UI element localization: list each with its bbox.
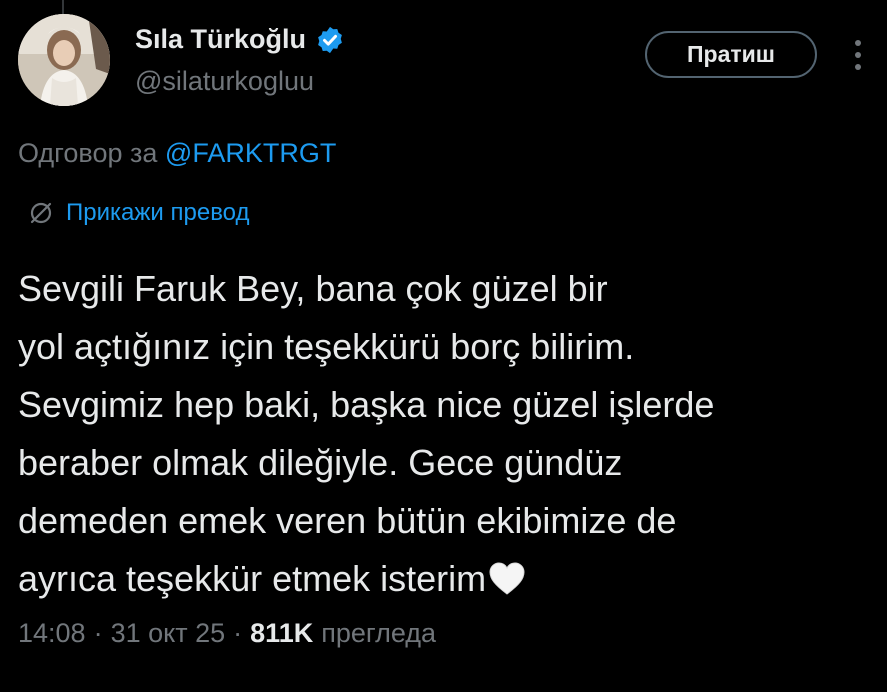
avatar[interactable] xyxy=(18,14,110,106)
verified-badge-icon xyxy=(318,26,342,53)
tweet-line: yol açtığınız için teşekkürü borç biliri… xyxy=(18,326,635,367)
author-name-row: Sıla Türkoğlu xyxy=(135,24,345,55)
reply-context: Одговор за @FARKTRGT xyxy=(18,138,336,169)
reply-prefix: Одговор за xyxy=(18,138,158,168)
tweet-line: Sevgili Faruk Bey, bana çok güzel bir xyxy=(18,268,608,309)
show-translation-label: Прикажи превод xyxy=(66,199,250,226)
meta-separator: · xyxy=(93,618,103,648)
tweet-date[interactable]: 31 окт 25 xyxy=(111,618,226,649)
author-handle[interactable]: @silaturkogluu xyxy=(135,66,314,97)
views-label: прегледа xyxy=(321,618,437,648)
reply-mention-link[interactable]: @FARKTRGT xyxy=(165,138,336,168)
tweet-line: Sevgimiz hep baki, başka nice güzel işle… xyxy=(18,384,715,425)
tweet-metadata: 14:08 · 31 окт 25 · 811K прегледа xyxy=(18,618,436,649)
globe-icon xyxy=(30,202,52,224)
avatar-photo xyxy=(18,14,110,106)
show-translation-link[interactable]: Прикажи превод xyxy=(28,199,250,227)
tweet-line: ayrıca teşekkür etmek isterim xyxy=(18,558,487,599)
thread-connector-line xyxy=(62,0,64,14)
tweet-line: beraber olmak dileğiyle. Gece gündüz xyxy=(18,442,623,483)
follow-button[interactable]: Пратиш xyxy=(645,31,817,78)
tweet-time[interactable]: 14:08 xyxy=(18,618,86,649)
tweet-line: demeden emek veren bütün ekibimize de xyxy=(18,500,677,541)
author-display-name[interactable]: Sıla Türkoğlu xyxy=(135,24,306,55)
more-vertical-icon[interactable] xyxy=(847,36,869,74)
meta-separator: · xyxy=(233,618,243,648)
views-count[interactable]: 811K xyxy=(250,618,313,649)
tweet-last-line: ayrıca teşekkür etmek isterim xyxy=(18,550,878,608)
white-heart-icon xyxy=(489,562,525,595)
tweet-text: Sevgili Faruk Bey, bana çok güzel bir yo… xyxy=(18,260,878,608)
